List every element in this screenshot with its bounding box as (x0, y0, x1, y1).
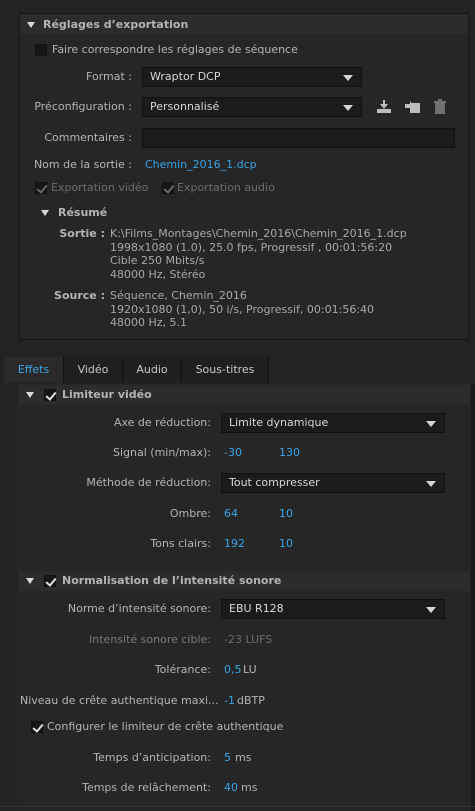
export-video-label: Exportation vidéo (51, 181, 149, 194)
loudness-standard-value: EBU R128 (229, 602, 284, 615)
summary-source-lines: Séquence, Chemin_2016 1920x1080 (1,0), 5… (110, 289, 374, 330)
tab-effects[interactable]: Effets (4, 357, 64, 383)
chevron-down-icon (426, 481, 436, 487)
summary-output-lines: K:\Films_Montages\Chemin_2016\Chemin_201… (110, 227, 407, 281)
summary-output-key: Sortie : (59, 227, 105, 240)
configure-peak-limiter-checkbox[interactable] (31, 721, 43, 733)
tolerance-value[interactable]: 0,5 (224, 663, 242, 676)
export-settings-title: Réglages d’exportation (43, 18, 189, 31)
release-unit: ms (241, 781, 258, 794)
reduction-method-label: Méthode de réduction: (86, 476, 211, 489)
collapse-triangle-icon[interactable] (26, 578, 34, 584)
summary-collapse-triangle-icon[interactable] (41, 210, 49, 216)
reduction-axis-value: Limite dynamique (229, 416, 329, 429)
lookahead-value[interactable]: 5 (224, 751, 231, 764)
tab-subtitles[interactable]: Sous-titres (182, 357, 269, 383)
preset-dropdown[interactable]: Personnalisé (142, 97, 362, 117)
release-label: Temps de relâchement: (82, 781, 211, 794)
export-video-checkbox[interactable] (35, 182, 47, 194)
tab-video[interactable]: Vidéo (64, 357, 123, 383)
reduction-axis-label: Axe de réduction: (113, 416, 211, 429)
bottom-divider (0, 806, 475, 807)
lookahead-label: Temps d’anticipation: (93, 751, 211, 764)
summary-output-line: K:\Films_Montages\Chemin_2016\Chemin_201… (110, 227, 407, 240)
preset-label: Préconfiguration : (34, 100, 132, 113)
summary-output-line: 48000 Hz, Stéréo (110, 267, 206, 281)
target-loudness-label: Intensité sonore cible: (89, 633, 211, 646)
chevron-down-icon (343, 75, 353, 81)
shadow-value-b[interactable]: 10 (279, 507, 293, 520)
true-peak-label: Niveau de crête authentique maxi... (20, 694, 219, 707)
chevron-down-icon (426, 421, 436, 427)
signal-min-value[interactable]: -30 (224, 446, 242, 459)
summary-output-line: 1998x1080 (1.0), 25.0 fps, Progressif , … (110, 240, 393, 254)
chevron-down-icon (426, 607, 436, 613)
summary-source-line: Séquence, Chemin_2016 (110, 289, 247, 302)
export-audio-checkbox[interactable] (162, 182, 174, 194)
match-sequence-label: Faire correspondre les réglages de séque… (52, 43, 298, 56)
summary-title: Résumé (58, 206, 108, 219)
tolerance-label: Tolérance: (154, 663, 211, 676)
import-preset-icon[interactable] (404, 99, 420, 115)
format-label: Format : (86, 70, 132, 83)
release-value[interactable]: 40 (224, 781, 238, 794)
collapse-triangle-icon[interactable] (26, 392, 34, 398)
format-dropdown[interactable]: Wraptor DCP (142, 67, 362, 87)
video-limiter-title: Limiteur vidéo (62, 388, 152, 401)
signal-label: Signal (min/max): (113, 446, 211, 459)
true-peak-value[interactable]: -1 (224, 694, 235, 707)
shadow-label: Ombre: (169, 507, 211, 520)
output-name-label: Nom de la sortie : (33, 158, 132, 171)
chevron-down-icon (343, 105, 353, 111)
scrollbar[interactable] (471, 384, 475, 811)
true-peak-unit: dBTP (237, 694, 265, 707)
highlights-value-b[interactable]: 10 (279, 537, 293, 550)
export-audio-label: Exportation audio (177, 181, 275, 194)
summary-output-line: Cible 250 Mbits/s (110, 254, 205, 268)
summary-source-line: 1920x1080 (1,0), 50 i/s, Progressif, 00:… (110, 302, 375, 316)
comments-input[interactable] (142, 128, 455, 148)
loudness-standard-label: Norme d’intensité sonore: (67, 602, 211, 615)
loudness-title: Normalisation de l’intensité sonore (62, 574, 282, 587)
comments-label: Commentaires : (44, 131, 132, 144)
summary-source-line: 48000 Hz, 5.1 (110, 316, 188, 330)
trash-icon[interactable] (433, 99, 449, 115)
output-name-link[interactable]: Chemin_2016_1.dcp (145, 158, 257, 171)
match-sequence-checkbox[interactable] (35, 44, 47, 56)
loudness-standard-dropdown[interactable]: EBU R128 (221, 599, 445, 619)
target-loudness-value: -23 LUFS (224, 633, 273, 646)
configure-peak-limiter-label: Configurer le limiteur de crête authenti… (47, 720, 284, 733)
tolerance-unit: LU (243, 663, 257, 676)
loudness-checkbox[interactable] (44, 575, 56, 587)
reduction-method-value: Tout compresser (229, 476, 320, 489)
lookahead-unit: ms (235, 751, 252, 764)
preset-value: Personnalisé (150, 100, 220, 113)
reduction-axis-dropdown[interactable]: Limite dynamique (221, 413, 445, 433)
highlights-value-a[interactable]: 192 (224, 537, 245, 550)
tab-audio[interactable]: Audio (123, 357, 182, 383)
summary-source-key: Source : (54, 289, 105, 302)
signal-max-value[interactable]: 130 (279, 446, 300, 459)
format-value: Wraptor DCP (150, 70, 221, 83)
shadow-value-a[interactable]: 64 (224, 507, 238, 520)
highlights-label: Tons clairs: (150, 537, 211, 550)
video-limiter-checkbox[interactable] (44, 389, 56, 401)
save-preset-icon[interactable] (376, 99, 392, 115)
collapse-triangle-icon[interactable] (27, 22, 35, 28)
reduction-method-dropdown[interactable]: Tout compresser (221, 473, 445, 493)
